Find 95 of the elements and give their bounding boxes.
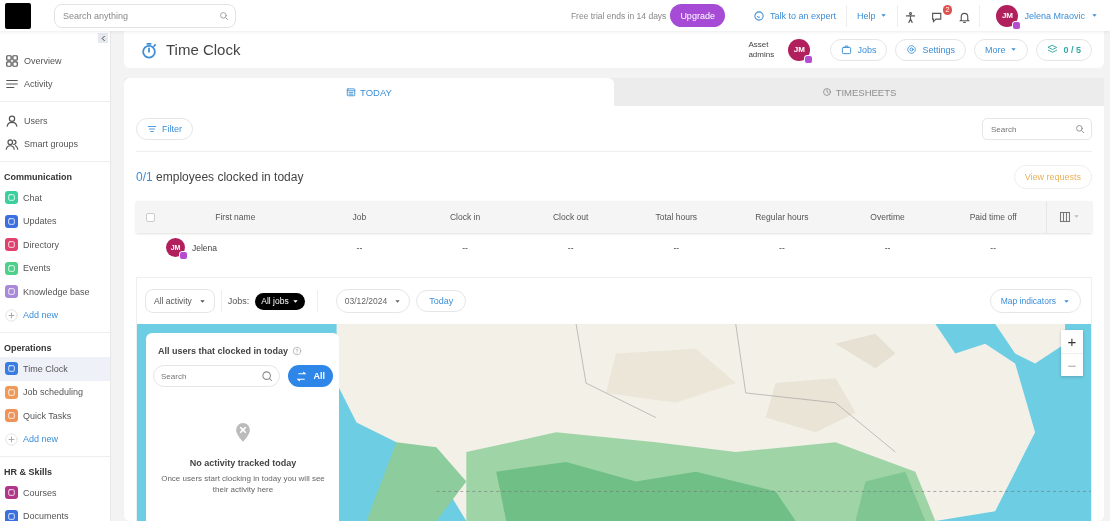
- collapse-button[interactable]: [98, 33, 108, 43]
- map-indicators-dropdown[interactable]: Map indicators: [989, 289, 1081, 313]
- empty-state-text: Once users start clocking in today you will see their activity here: [160, 473, 326, 495]
- sidebar-item[interactable]: Quick Tasks: [0, 404, 110, 428]
- header-button[interactable]: Settings: [895, 38, 966, 61]
- columns-icon: [1059, 211, 1071, 223]
- activity-dropdown[interactable]: All activity: [145, 289, 215, 313]
- jobs-label: Jobs:: [227, 296, 250, 306]
- sidebar-item[interactable]: Courses: [0, 481, 110, 505]
- table-cell-text: --: [672, 242, 681, 253]
- sidebar-item[interactable]: Directory: [0, 233, 110, 257]
- table-cell: Jelena: [192, 242, 218, 253]
- bell-icon: [958, 11, 972, 24]
- user-menu[interactable]: JM Jelena Mraovic: [990, 3, 1104, 28]
- avatar: JM: [996, 4, 1019, 27]
- section-heading: HR & Skills: [3, 466, 53, 479]
- search-icon: [1075, 124, 1085, 134]
- search-field[interactable]: Search anything: [54, 3, 236, 28]
- search-icon: [261, 370, 274, 382]
- column-header: Job: [351, 212, 368, 222]
- zoom-in-button[interactable]: +: [1061, 330, 1083, 353]
- column-header: Clock out: [551, 212, 590, 222]
- caret-icon: [880, 12, 888, 19]
- stopwatch-icon: [140, 40, 158, 59]
- help-menu[interactable]: Help: [846, 3, 898, 28]
- sidebar-item[interactable]: Events: [0, 256, 110, 280]
- sidebar-item[interactable]: Add new: [0, 303, 110, 327]
- table-cell-text: --: [989, 242, 997, 253]
- all-button[interactable]: All: [288, 365, 333, 387]
- column-header: Paid time off: [968, 212, 1018, 222]
- page-title: Time Clock: [166, 41, 241, 58]
- avatar: JM: [788, 38, 811, 61]
- logo[interactable]: [5, 2, 31, 29]
- header-button[interactable]: Jobs: [830, 38, 888, 61]
- swap-icon: [296, 370, 308, 382]
- table-cell-text: --: [566, 242, 575, 253]
- sidebar-item[interactable]: Updates: [0, 209, 110, 233]
- accessibility-icon: [904, 11, 918, 24]
- sidebar-item[interactable]: Users: [0, 109, 110, 133]
- sidebar-item[interactable]: Overview: [0, 49, 110, 73]
- table-cell-text: --: [355, 242, 364, 253]
- caret-icon: [291, 297, 299, 305]
- layers-icon: [1047, 44, 1059, 55]
- chevron-icon: [99, 34, 107, 42]
- checkbox[interactable]: [145, 212, 155, 222]
- column-header: Regular hours: [754, 212, 810, 222]
- trial-notice: Free trial ends in 14 days: [570, 10, 667, 21]
- table-cell-text: --: [883, 242, 892, 253]
- panel-title: All users that clocked in today: [158, 346, 289, 356]
- person-icon: [5, 113, 19, 128]
- filter-icon: [147, 124, 157, 134]
- section-heading: Communication: [3, 171, 73, 184]
- header-button[interactable]: More: [973, 38, 1029, 61]
- search-field[interactable]: Search: [153, 365, 281, 387]
- calendar-icon: [346, 87, 357, 97]
- today-button[interactable]: Today: [416, 290, 467, 312]
- jobs-dropdown[interactable]: All jobs: [255, 292, 305, 310]
- filter-button[interactable]: Filter: [136, 118, 193, 140]
- sidebar-item[interactable]: Knowledge base: [0, 280, 110, 304]
- sidebar-item[interactable]: Smart groups: [0, 132, 110, 156]
- sidebar-item[interactable]: Job scheduling: [0, 380, 110, 404]
- expert-link[interactable]: Talk to an expert: [742, 3, 846, 28]
- sidebar-item[interactable]: Documents: [0, 504, 110, 521]
- sidebar-item[interactable]: Chat: [0, 186, 110, 210]
- admins-label: Asset admins: [748, 39, 776, 60]
- grid-icon: [5, 53, 19, 68]
- people-icon: [5, 137, 19, 152]
- caret-icon: [1073, 213, 1080, 220]
- sidebar-item[interactable]: Add new: [0, 427, 110, 451]
- table-cell-text: --: [461, 242, 469, 253]
- section-heading: Operations: [3, 342, 53, 355]
- help-icon: [292, 346, 303, 356]
- briefcase-icon: [841, 44, 853, 55]
- search-icon: [219, 10, 229, 21]
- caret-icon: [1091, 12, 1098, 19]
- search-field[interactable]: Search: [982, 118, 1092, 140]
- sidebar-item[interactable]: Time Clock: [0, 357, 110, 381]
- column-header: First name: [214, 212, 257, 222]
- table-cell-text: --: [778, 242, 786, 253]
- upgrade-button[interactable]: Upgrade: [670, 4, 725, 27]
- caret-icon: [394, 297, 402, 305]
- tab[interactable]: TODAY: [124, 78, 614, 106]
- plus-icon: [5, 308, 18, 322]
- plus-icon: [5, 432, 18, 446]
- empty-state-title: No activity tracked today: [189, 458, 297, 468]
- column-header: Total hours: [654, 212, 699, 222]
- caret-icon: [1063, 297, 1070, 305]
- history-icon: [821, 87, 832, 97]
- sidebar-item[interactable]: Activity: [0, 72, 110, 96]
- date-picker[interactable]: 03/12/2024: [335, 289, 411, 313]
- column-header: Overtime: [869, 212, 906, 222]
- column-header: Clock in: [448, 212, 482, 222]
- caret-icon: [1010, 46, 1018, 53]
- clocked-in-summary: 0/1 employees clocked in today: [136, 170, 304, 184]
- caret-icon: [198, 297, 206, 305]
